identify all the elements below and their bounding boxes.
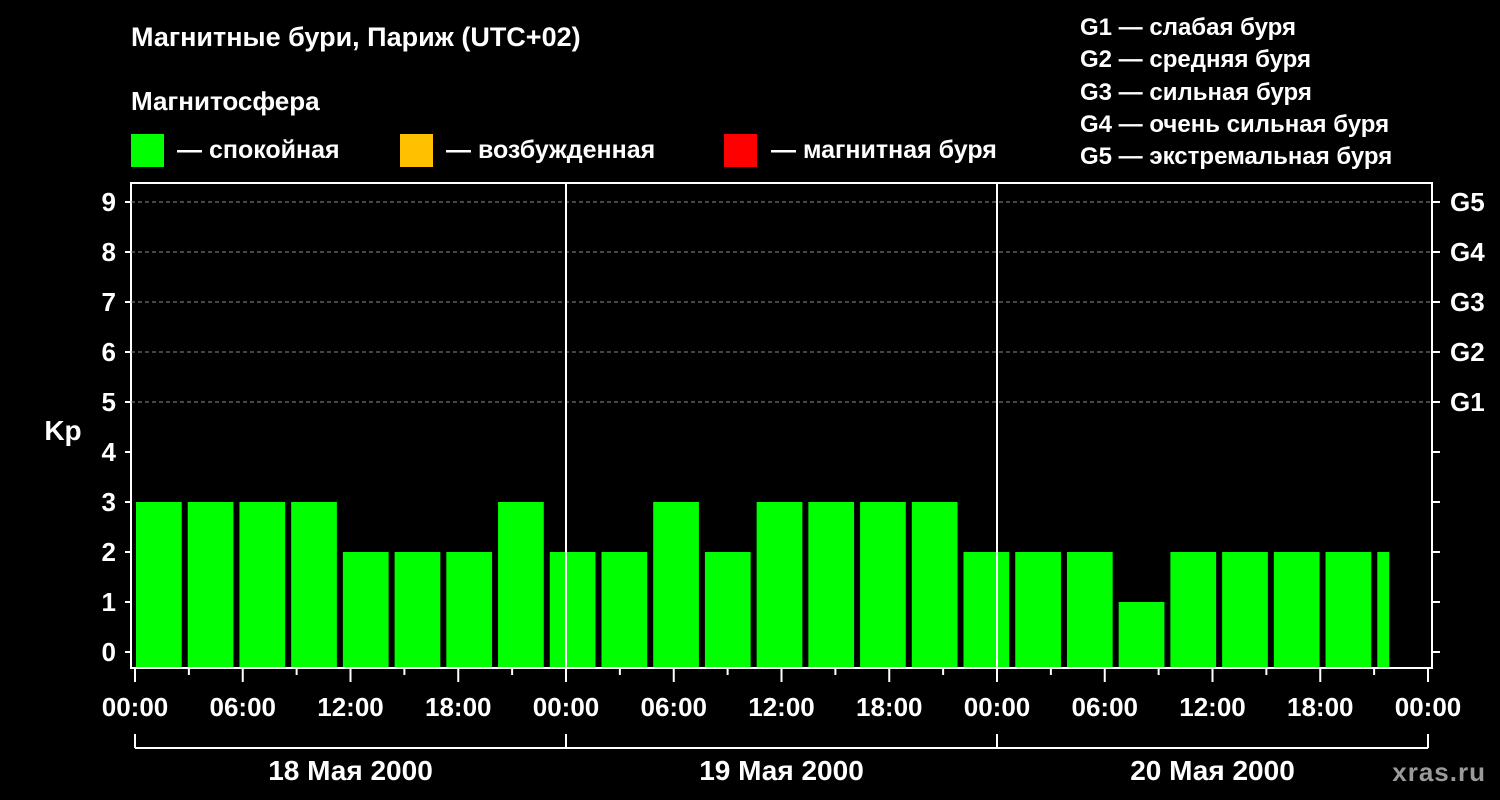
y-tick-label: 7: [102, 287, 116, 317]
kp-bar: [704, 552, 751, 667]
x-tick-label: 12:00: [317, 692, 384, 722]
right-tick-label: G3: [1450, 287, 1485, 317]
x-tick-label: 00:00: [1395, 692, 1462, 722]
x-tick-label: 00:00: [102, 692, 169, 722]
watermark: xras.ru: [1392, 757, 1486, 787]
day-label: 20 Мая 2000: [1130, 755, 1295, 786]
kp-bar: [1015, 552, 1061, 667]
kp-bar: [756, 502, 803, 667]
x-tick-label: 06:00: [1072, 692, 1139, 722]
right-tick-label: G5: [1450, 187, 1485, 217]
y-tick-label: 0: [102, 637, 116, 667]
kp-bar: [1222, 552, 1268, 667]
x-tick-label: 12:00: [1179, 692, 1246, 722]
y-tick-label: 9: [102, 187, 116, 217]
y-tick-label: 2: [102, 537, 116, 567]
x-tick-label: 18:00: [425, 692, 492, 722]
kp-bar: [187, 502, 234, 667]
right-tick-label: G1: [1450, 387, 1485, 417]
y-axis-label: Kp: [44, 415, 81, 446]
y-tick-label: 5: [102, 387, 116, 417]
x-tick-label: 06:00: [210, 692, 277, 722]
y-tick-label: 1: [102, 587, 116, 617]
x-tick-label: 00:00: [533, 692, 600, 722]
x-tick-label: 00:00: [964, 692, 1031, 722]
kp-bar: [136, 502, 182, 667]
kp-bar: [1273, 552, 1320, 667]
kp-bar: [239, 502, 286, 667]
day-label: 19 Мая 2000: [699, 755, 864, 786]
right-tick-label: G4: [1450, 237, 1485, 267]
right-tick-label: G2: [1450, 337, 1485, 367]
kp-bar: [860, 502, 906, 667]
kp-bar: [1377, 552, 1390, 667]
kp-chart: 0 1 2 3 4 5 6 7 8 9 G1 G2 G3 G4 G5 Kp 00:00 06:00 12:00 18:…: [44, 182, 1485, 786]
kp-bar: [963, 552, 1010, 667]
y-tick-label: 3: [102, 487, 116, 517]
day-label: 18 Мая 2000: [268, 755, 433, 786]
kp-bar: [808, 502, 855, 667]
x-tick-label: 06:00: [641, 692, 708, 722]
x-tick-label: 12:00: [748, 692, 815, 722]
kp-bar: [653, 502, 699, 667]
kp-bar: [1118, 602, 1165, 667]
kp-bar: [394, 552, 441, 667]
kp-bar: [911, 502, 958, 667]
kp-bar: [549, 552, 596, 667]
kp-bar: [342, 552, 389, 667]
kp-bar: [498, 502, 544, 667]
y-tick-label: 8: [102, 237, 116, 267]
x-tick-label: 18:00: [856, 692, 923, 722]
kp-bar: [291, 502, 337, 667]
kp-bar: [1170, 552, 1217, 667]
y-tick-label: 6: [102, 337, 116, 367]
kp-bar: [1325, 552, 1372, 667]
x-tick-label: 18:00: [1287, 692, 1354, 722]
kp-bar: [1066, 552, 1113, 667]
y-tick-label: 4: [102, 437, 117, 467]
kp-bar: [446, 552, 493, 667]
kp-bar: [601, 552, 648, 667]
